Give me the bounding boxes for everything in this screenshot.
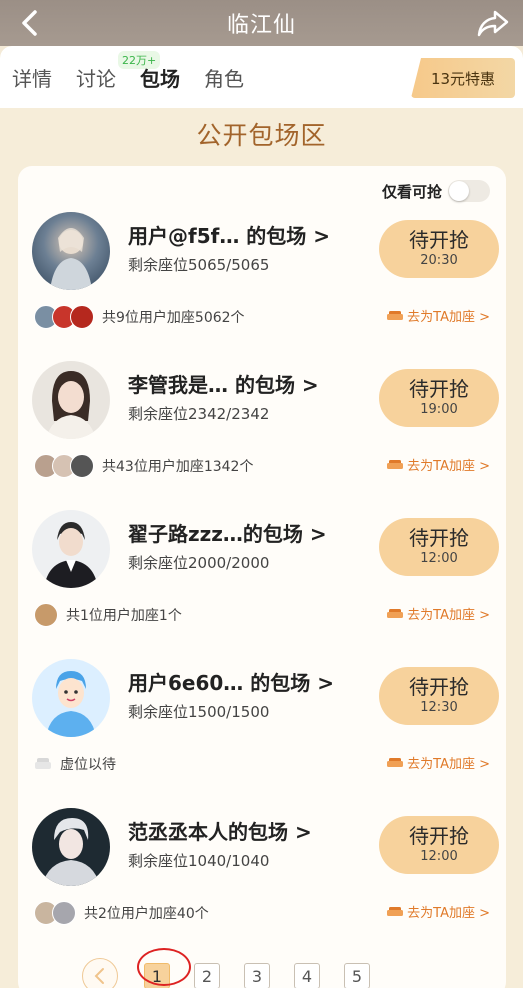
grab-button[interactable]: 待开抢 19:00: [379, 369, 499, 427]
joined-users-row: 共1位用户加座1个: [34, 602, 182, 628]
avatar[interactable]: [32, 659, 110, 737]
add-seat-label: 去为TA加座 >: [407, 757, 490, 772]
grab-button[interactable]: 待开抢 20:30: [379, 220, 499, 278]
seat-icon: [387, 310, 404, 320]
joined-users-row: 虚位以待: [34, 751, 116, 777]
back-arrow-icon[interactable]: [16, 8, 46, 38]
grab-time: 19:00: [420, 402, 458, 417]
screening-owner-name[interactable]: 范丞丞本人的包场 >: [128, 816, 312, 845]
page-button-3[interactable]: 3: [244, 963, 270, 988]
grab-status: 待开抢: [409, 228, 469, 252]
tab-discussion[interactable]: 讨论 22万+: [76, 50, 161, 92]
joined-users-row: 共43位用户加座1342个: [34, 453, 253, 479]
screening-entry: 用户6e60… 的包场 > 剩余座位1500/1500 待开抢 12:30 虚位…: [18, 659, 506, 809]
filter-toggle[interactable]: [448, 180, 490, 202]
screening-owner-name[interactable]: 用户@f5f… 的包场 >: [128, 220, 330, 249]
grab-time: 20:30: [420, 253, 458, 268]
avatar[interactable]: [32, 510, 110, 588]
joined-summary: 共1位用户加座1个: [66, 608, 182, 624]
joined-user-avatar: [34, 603, 58, 627]
pagination: 1 2 3 4 5: [82, 958, 394, 988]
screening-owner-name[interactable]: 用户6e60… 的包场 >: [128, 667, 334, 696]
tab-discussion-label: 讨论: [76, 66, 116, 91]
add-seat-link[interactable]: 去为TA加座 >: [387, 306, 490, 325]
screening-owner-name[interactable]: 李管我是… 的包场 >: [128, 369, 319, 398]
grab-status: 待开抢: [409, 675, 469, 699]
filter-toggle-label: 仅看可抢: [381, 182, 442, 201]
chevron-left-icon: [94, 968, 104, 984]
joined-summary: 共2位用户加座40个: [84, 906, 209, 922]
prev-page-button[interactable]: [82, 958, 118, 988]
screening-entry: 李管我是… 的包场 > 剩余座位2342/2342 待开抢 19:00 共43位…: [18, 361, 506, 511]
seats-remaining: 剩余座位1040/1040: [128, 852, 270, 870]
filter-toggle-row: 仅看可抢: [382, 180, 490, 202]
add-seat-link[interactable]: 去为TA加座 >: [387, 455, 490, 474]
grab-status: 待开抢: [409, 377, 469, 401]
add-seat-label: 去为TA加座 >: [407, 608, 490, 623]
section-title: 公开包场区: [196, 121, 327, 150]
screening-list-card: 仅看可抢 用户@f5f… 的包场 > 剩余座位5065/5065 待开抢 20:…: [18, 166, 506, 988]
screening-entry: 用户@f5f… 的包场 > 剩余座位5065/5065 待开抢 20:30 共9…: [18, 212, 506, 362]
joined-user-avatar: [70, 305, 94, 329]
grab-button[interactable]: 待开抢 12:30: [379, 667, 499, 725]
tab-characters[interactable]: 角色: [204, 63, 244, 92]
empty-seat-icon: [35, 758, 51, 769]
seats-remaining: 剩余座位1500/1500: [128, 703, 270, 721]
joined-user-avatar: [70, 454, 94, 478]
joined-users-row: 共9位用户加座5062个: [34, 304, 245, 330]
joined-user-avatar: [52, 901, 76, 925]
special-offer-button[interactable]: 13元特惠: [411, 58, 515, 98]
add-seat-link[interactable]: 去为TA加座 >: [387, 902, 490, 921]
screening-entry: 范丞丞本人的包场 > 剩余座位1040/1040 待开抢 12:00 共2位用户…: [18, 808, 506, 958]
grab-time: 12:30: [420, 700, 458, 715]
joined-users-row: 共2位用户加座40个: [34, 900, 209, 926]
grab-time: 12:00: [420, 849, 458, 864]
add-seat-link[interactable]: 去为TA加座 >: [387, 753, 490, 772]
grab-button[interactable]: 待开抢 12:00: [379, 518, 499, 576]
tab-private-screening[interactable]: 包场: [140, 63, 180, 92]
grab-status: 待开抢: [409, 526, 469, 550]
add-seat-link[interactable]: 去为TA加座 >: [387, 604, 490, 623]
avatar[interactable]: [32, 361, 110, 439]
page-button-5[interactable]: 5: [344, 963, 370, 988]
page-title: 临江仙: [226, 13, 296, 38]
share-icon[interactable]: [477, 8, 509, 38]
avatar[interactable]: [32, 808, 110, 886]
seat-icon: [387, 608, 404, 618]
avatar[interactable]: [32, 212, 110, 290]
joined-summary: 共43位用户加座1342个: [102, 459, 254, 475]
top-bar: 临江仙: [0, 0, 523, 46]
seat-icon: [387, 757, 404, 767]
joined-summary: 共9位用户加座5062个: [102, 310, 245, 326]
grab-time: 12:00: [420, 551, 458, 566]
screening-owner-name[interactable]: 翟子路zzz…的包场 >: [128, 518, 327, 547]
grab-button[interactable]: 待开抢 12:00: [379, 816, 499, 874]
tab-details[interactable]: 详情: [12, 63, 52, 92]
highlight-circle-annotation: [137, 948, 191, 986]
page-button-4[interactable]: 4: [294, 963, 320, 988]
add-seat-label: 去为TA加座 >: [407, 906, 490, 921]
joined-summary: 虚位以待: [60, 757, 116, 773]
toggle-knob: [449, 181, 469, 201]
add-seat-label: 去为TA加座 >: [407, 310, 490, 325]
content-sheet: 详情 讨论 22万+ 包场 角色 13元特惠 公开包场区 仅看可抢 用户@f5f……: [0, 46, 523, 988]
seats-remaining: 剩余座位2342/2342: [128, 405, 270, 423]
screening-entry: 翟子路zzz…的包场 > 剩余座位2000/2000 待开抢 12:00 共1位…: [18, 510, 506, 660]
seat-icon: [387, 459, 404, 469]
seats-remaining: 剩余座位5065/5065: [128, 256, 270, 274]
seats-remaining: 剩余座位2000/2000: [128, 554, 270, 572]
add-seat-label: 去为TA加座 >: [407, 459, 490, 474]
seat-icon: [387, 906, 404, 916]
grab-status: 待开抢: [409, 824, 469, 848]
page-button-2[interactable]: 2: [194, 963, 220, 988]
tab-bar: 详情 讨论 22万+ 包场 角色 13元特惠: [0, 46, 523, 108]
